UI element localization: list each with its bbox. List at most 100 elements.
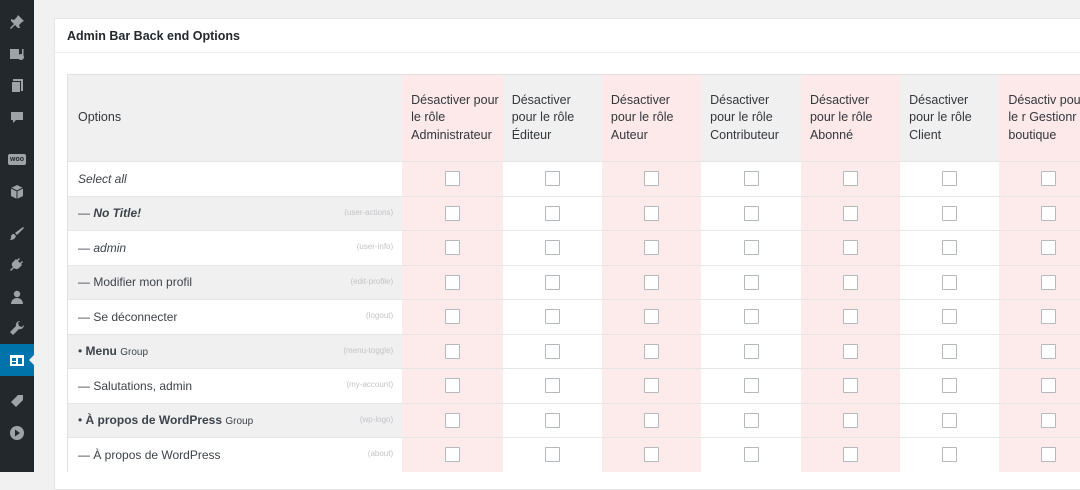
option-group-tag: Group [225,416,254,428]
disable-checkbox-author[interactable] [644,378,660,394]
disable-checkbox-subscriber[interactable] [843,171,859,187]
disable-checkbox-customer[interactable] [942,447,958,463]
disable-checkbox-contributor[interactable] [743,343,759,359]
checkbox-cell-subscriber [800,161,901,196]
option-prefix: — [78,447,94,462]
disable-checkbox-administrator[interactable] [444,447,460,463]
option-label-cell: — Se déconnecter (logout) [68,299,403,334]
disable-checkbox-administrator[interactable] [444,412,460,428]
products-icon[interactable] [7,182,27,202]
table-row: — admin (user-info) [68,230,1080,265]
disable-checkbox-editor[interactable] [544,171,560,187]
disable-checkbox-customer[interactable] [942,274,958,290]
disable-checkbox-subscriber[interactable] [843,240,859,256]
disable-checkbox-customer[interactable] [942,171,958,187]
disable-checkbox-author[interactable] [644,309,660,325]
disable-checkbox-editor[interactable] [544,240,560,256]
disable-checkbox-editor[interactable] [544,205,560,221]
checkbox-cell-subscriber [800,195,901,231]
checkbox-cell-administrator [402,264,503,300]
role-header-contributor: Désactiver pour le rôle Contributeur [701,75,801,162]
disable-checkbox-contributor[interactable] [743,447,759,463]
disable-checkbox-administrator[interactable] [444,274,460,290]
disable-checkbox-administrator[interactable] [444,378,460,394]
tag-icon[interactable] [7,391,27,411]
disable-checkbox-administrator[interactable] [444,309,460,325]
disable-checkbox-shop-manager[interactable] [1041,205,1057,221]
disable-checkbox-shop-manager[interactable] [1041,378,1057,394]
disable-checkbox-shop-manager[interactable] [1041,447,1057,463]
disable-checkbox-customer[interactable] [942,378,958,394]
disable-checkbox-contributor[interactable] [743,240,759,256]
checkbox-cell-editor [502,230,602,265]
disable-checkbox-shop-manager[interactable] [1041,240,1057,256]
disable-checkbox-editor[interactable] [544,343,560,359]
tools-icon[interactable] [7,318,27,338]
comments-icon[interactable] [7,108,27,128]
disable-checkbox-customer[interactable] [942,205,958,221]
checkbox-cell-administrator [402,333,503,369]
disable-checkbox-contributor[interactable] [743,205,759,221]
disable-checkbox-subscriber[interactable] [843,309,859,325]
disable-checkbox-subscriber[interactable] [843,205,859,221]
woocommerce-icon[interactable]: woo [7,149,27,169]
play-icon[interactable] [7,423,27,443]
disable-checkbox-author[interactable] [644,171,660,187]
pin-icon[interactable] [7,12,27,32]
role-header-customer: Désactiver pour le rôle Client [900,75,1000,162]
checkbox-cell-customer [900,437,1000,472]
users-icon[interactable] [7,287,27,307]
disable-checkbox-editor[interactable] [544,309,560,325]
disable-checkbox-author[interactable] [644,343,660,359]
disable-checkbox-shop-manager[interactable] [1041,274,1057,290]
disable-checkbox-subscriber[interactable] [843,447,859,463]
disable-checkbox-subscriber[interactable] [843,412,859,428]
disable-checkbox-customer[interactable] [942,240,958,256]
disable-checkbox-subscriber[interactable] [843,343,859,359]
disable-checkbox-shop-manager[interactable] [1041,343,1057,359]
disable-checkbox-shop-manager[interactable] [1041,309,1057,325]
disable-checkbox-shop-manager[interactable] [1041,412,1057,428]
checkbox-cell-customer [900,195,1000,231]
checkbox-cell-contributor [701,299,801,334]
disable-checkbox-subscriber[interactable] [843,274,859,290]
disable-checkbox-shop-manager[interactable] [1041,171,1057,187]
disable-checkbox-author[interactable] [644,274,660,290]
disable-checkbox-customer[interactable] [942,309,958,325]
disable-checkbox-administrator[interactable] [444,205,460,221]
disable-checkbox-customer[interactable] [942,343,958,359]
disable-checkbox-administrator[interactable] [444,240,460,256]
checkbox-cell-contributor [701,230,801,265]
checkbox-cell-customer [900,368,1000,403]
disable-checkbox-contributor[interactable] [743,378,759,394]
admin-bar-settings-icon[interactable] [7,350,27,370]
disable-checkbox-subscriber[interactable] [843,378,859,394]
disable-checkbox-customer[interactable] [942,412,958,428]
plugins-icon[interactable] [7,255,27,275]
disable-checkbox-contributor[interactable] [743,171,759,187]
appearance-icon[interactable] [7,224,27,244]
media-icon[interactable] [7,44,27,64]
options-column-header: Options [68,75,403,162]
disable-checkbox-administrator[interactable] [444,171,460,187]
disable-checkbox-author[interactable] [644,240,660,256]
disable-checkbox-contributor[interactable] [743,309,759,325]
disable-checkbox-editor[interactable] [544,447,560,463]
disable-checkbox-administrator[interactable] [444,343,460,359]
disable-checkbox-author[interactable] [644,412,660,428]
disable-checkbox-editor[interactable] [544,378,560,394]
options-table: Options Désactiver pour le rôle Administ… [68,75,1080,472]
pages-icon[interactable] [7,76,27,96]
disable-checkbox-contributor[interactable] [743,274,759,290]
disable-checkbox-author[interactable] [644,447,660,463]
disable-checkbox-contributor[interactable] [743,412,759,428]
option-prefix: • [78,413,86,428]
disable-checkbox-editor[interactable] [544,274,560,290]
role-header-subscriber: Désactiver pour le rôle Abonné [800,75,901,162]
option-label-cell: — Salutations, admin (my-account) [68,368,403,403]
table-row: — No Title! (user-actions) [68,195,1080,231]
option-prefix: — [78,240,94,255]
table-row: — Modifier mon profil (edit-profile) [68,264,1080,300]
disable-checkbox-author[interactable] [644,205,660,221]
disable-checkbox-editor[interactable] [544,412,560,428]
